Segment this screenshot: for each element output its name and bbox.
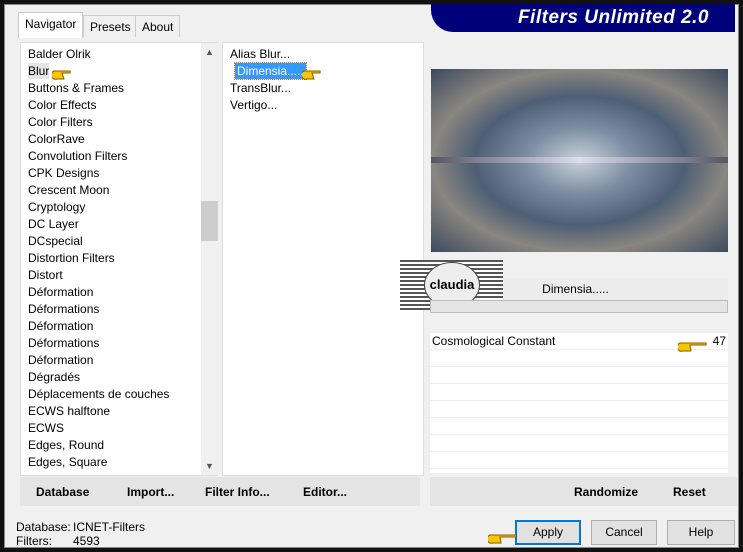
filter-name-label: Dimensia.....	[503, 278, 728, 300]
category-scrollbar[interactable]: ▲ ▼	[201, 43, 218, 475]
category-item[interactable]: DCspecial	[28, 233, 83, 249]
category-item[interactable]: Cryptology	[28, 199, 85, 215]
filter-list[interactable]: Alias Blur... Dimensia..... TransBlur... Ve…	[222, 42, 424, 476]
category-item[interactable]: Crescent Moon	[28, 182, 109, 198]
category-list[interactable]: ▲ ▼ Balder Olrik Blur Buttons & Frames Colo…	[20, 42, 218, 476]
category-item[interactable]: Déplacements de couches	[28, 386, 169, 402]
category-item[interactable]: ECWS	[28, 420, 64, 436]
tab-navigator[interactable]: Navigator	[18, 12, 84, 38]
editor-button[interactable]: Editor...	[303, 485, 347, 499]
category-item[interactable]: Déformations	[28, 301, 99, 317]
pointing-hand-icon	[302, 70, 321, 80]
scroll-down-icon[interactable]: ▼	[205, 461, 214, 471]
category-item[interactable]: Déformations	[28, 335, 99, 351]
category-item[interactable]: Distortion Filters	[28, 250, 115, 266]
reset-button[interactable]: Reset	[673, 485, 706, 499]
status-info: Database: ICNET-Filters Filters: 4593	[16, 520, 145, 548]
category-item[interactable]: Color Filters	[28, 114, 93, 130]
category-item[interactable]: Buttons & Frames	[28, 80, 124, 96]
category-item[interactable]: ECWS halftone	[28, 403, 110, 419]
right-button-bar: Randomize Reset	[430, 477, 737, 506]
category-item[interactable]: Distort	[28, 267, 63, 283]
import-button[interactable]: Import...	[127, 485, 174, 499]
title-banner: Filters Unlimited 2.0	[431, 4, 735, 32]
filters-label: Filters:	[16, 534, 52, 548]
filter-info-button[interactable]: Filter Info...	[205, 485, 270, 499]
parameter-label: Cosmological Constant	[432, 334, 556, 348]
category-item[interactable]: ColorRave	[28, 131, 85, 147]
pointing-hand-icon	[52, 70, 71, 80]
category-item[interactable]: Déformation	[28, 318, 93, 334]
preview-image	[431, 69, 728, 252]
category-item[interactable]: DC Layer	[28, 216, 79, 232]
pointing-hand-icon	[678, 342, 707, 352]
left-button-bar: Database Import... Filter Info... Editor…	[20, 477, 420, 506]
category-item[interactable]: Blur	[28, 63, 50, 79]
parameter-slider[interactable]	[430, 300, 728, 313]
filters-count: 4593	[73, 534, 100, 548]
pointing-hand-icon	[488, 534, 517, 544]
category-item[interactable]: Edges, Square	[28, 454, 107, 470]
filter-item[interactable]: TransBlur...	[230, 80, 291, 96]
scroll-thumb[interactable]	[201, 201, 218, 241]
cancel-button[interactable]: Cancel	[591, 520, 657, 545]
category-item[interactable]: Déformation	[28, 284, 93, 300]
apply-button[interactable]: Apply	[515, 520, 581, 545]
category-item[interactable]: CPK Designs	[28, 165, 99, 181]
category-item[interactable]: Balder Olrik	[28, 46, 91, 62]
database-label: Database:	[16, 520, 71, 534]
category-item[interactable]: Dégradés	[28, 369, 80, 385]
help-button[interactable]: Help	[667, 520, 735, 545]
category-item[interactable]: Convolution Filters	[28, 148, 127, 164]
filter-item[interactable]: Alias Blur...	[230, 46, 290, 62]
database-button[interactable]: Database	[36, 485, 89, 499]
filter-item[interactable]: Vertigo...	[230, 97, 277, 113]
filter-item[interactable]: Dimensia.....	[234, 62, 307, 80]
category-item[interactable]: Color Effects	[28, 97, 96, 113]
tab-about[interactable]: About	[135, 15, 181, 37]
scroll-up-icon[interactable]: ▲	[205, 47, 214, 57]
parameter-value: 47	[712, 334, 726, 348]
database-value: ICNET-Filters	[73, 520, 145, 534]
randomize-button[interactable]: Randomize	[574, 485, 638, 499]
tab-presets[interactable]: Presets	[83, 15, 138, 37]
parameter-list: Cosmological Constant 47	[430, 333, 728, 473]
category-item[interactable]: Edges, Round	[28, 437, 104, 453]
category-item[interactable]: Déformation	[28, 352, 93, 368]
